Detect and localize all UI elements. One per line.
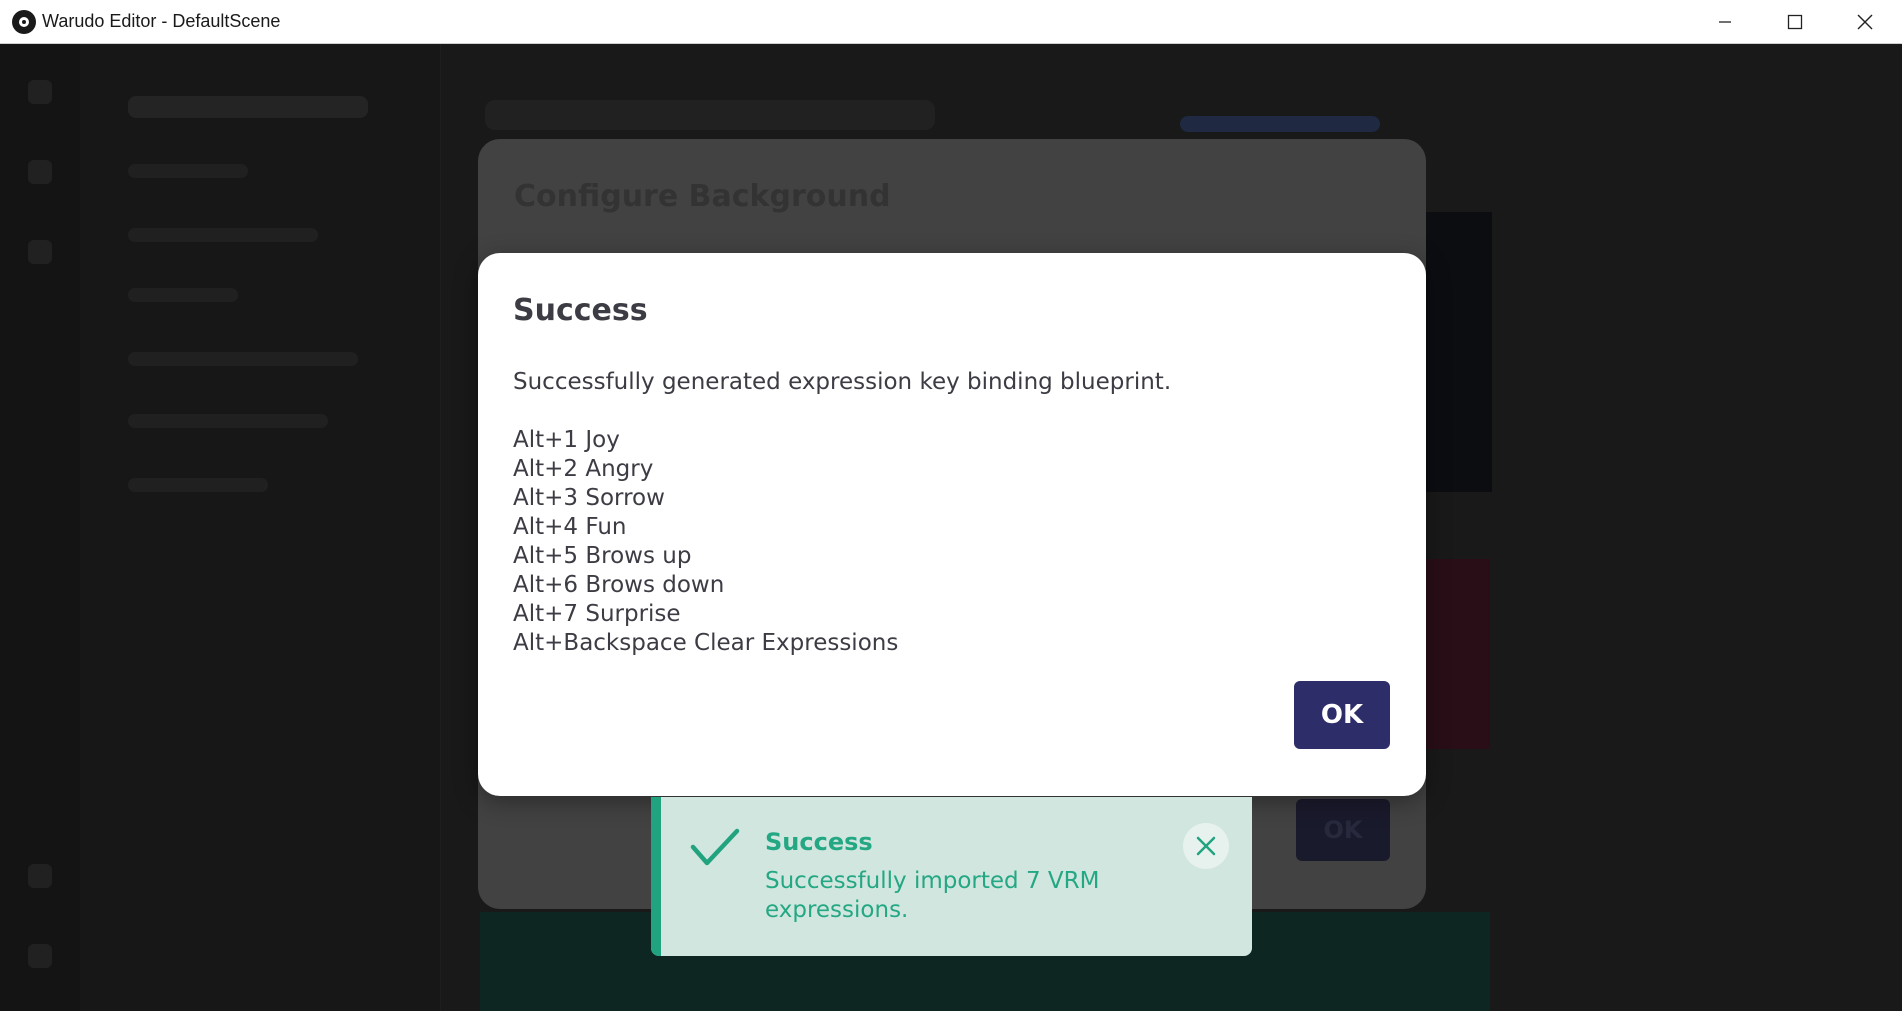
key-binding-item: Alt+5 Brows up: [513, 543, 692, 569]
key-binding-item: Alt+4 Fun: [513, 514, 627, 540]
close-icon: [1857, 14, 1873, 30]
check-icon: [690, 828, 740, 866]
key-binding-item: Alt+2 Angry: [513, 456, 654, 482]
key-binding-item: Alt+1 Joy: [513, 427, 620, 453]
toast-close-button[interactable]: [1183, 823, 1229, 869]
app-logo-icon: [12, 10, 36, 34]
toast-accent-bar: [651, 797, 661, 956]
success-toast: Success Successfully imported 7 VRM expr…: [651, 797, 1252, 956]
ok-button[interactable]: OK: [1294, 681, 1390, 749]
maximize-button[interactable]: [1760, 0, 1830, 44]
close-icon: [1196, 836, 1216, 856]
key-binding-item: Alt+3 Sorrow: [513, 485, 665, 511]
key-binding-list: Alt+1 Joy Alt+2 Angry Alt+3 Sorrow Alt+4…: [513, 426, 898, 658]
dialog-message: Successfully generated expression key bi…: [513, 369, 1172, 395]
minimize-icon: [1719, 21, 1731, 23]
toast-title: Success: [765, 828, 873, 856]
close-window-button[interactable]: [1830, 0, 1900, 44]
success-dialog: Success Successfully generated expressio…: [478, 253, 1426, 796]
window-title: Warudo Editor - DefaultScene: [42, 11, 281, 31]
toast-message: Successfully imported 7 VRM expressions.: [765, 868, 1100, 923]
title-bar: Warudo Editor - DefaultScene: [0, 0, 1902, 44]
key-binding-item: Alt+Backspace Clear Expressions: [513, 630, 899, 656]
minimize-button[interactable]: [1690, 0, 1760, 44]
maximize-icon: [1787, 14, 1803, 30]
key-binding-item: Alt+6 Brows down: [513, 572, 725, 598]
dialog-title: Success: [513, 293, 648, 328]
key-binding-item: Alt+7 Surprise: [513, 601, 681, 627]
